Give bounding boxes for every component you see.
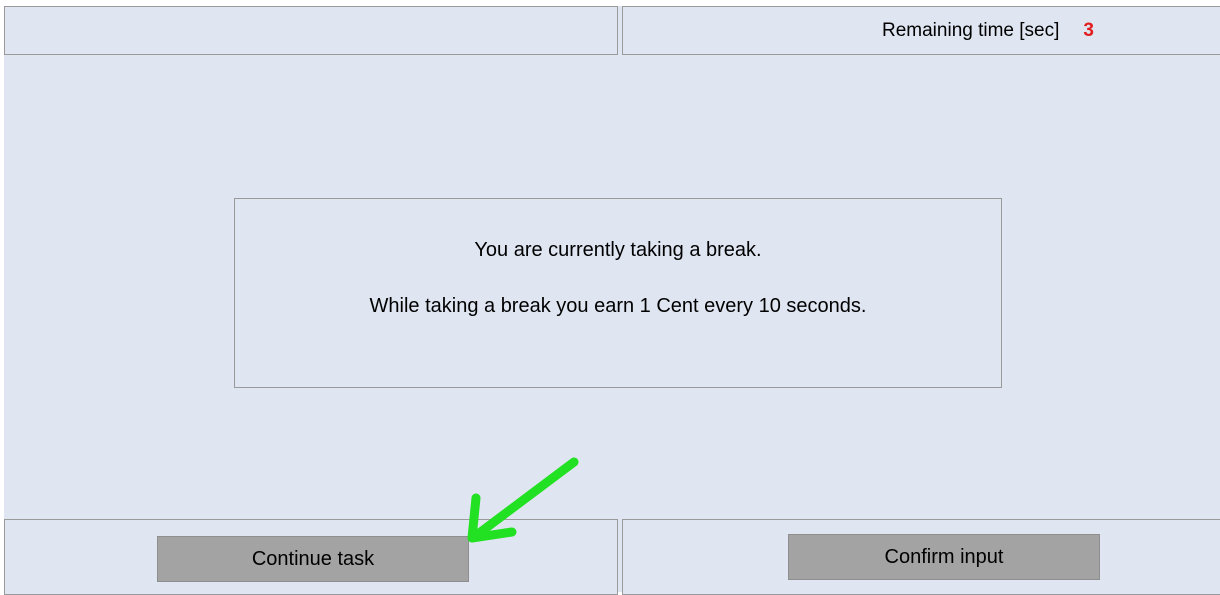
timer-label: Remaining time [sec] — [882, 20, 1060, 41]
continue-task-button[interactable]: Continue task — [157, 536, 469, 582]
top-left-panel — [4, 6, 618, 55]
confirm-input-button[interactable]: Confirm input — [788, 534, 1100, 580]
break-message-line2: While taking a break you earn 1 Cent eve… — [369, 295, 867, 317]
break-message-line1: You are currently taking a break. — [474, 239, 762, 261]
green-arrow-icon — [467, 457, 579, 543]
remaining-time: Remaining time [sec] 3 — [882, 19, 1094, 43]
break-message-box: You are currently taking a break. While … — [234, 198, 1002, 388]
timer-value: 3 — [1083, 20, 1094, 41]
